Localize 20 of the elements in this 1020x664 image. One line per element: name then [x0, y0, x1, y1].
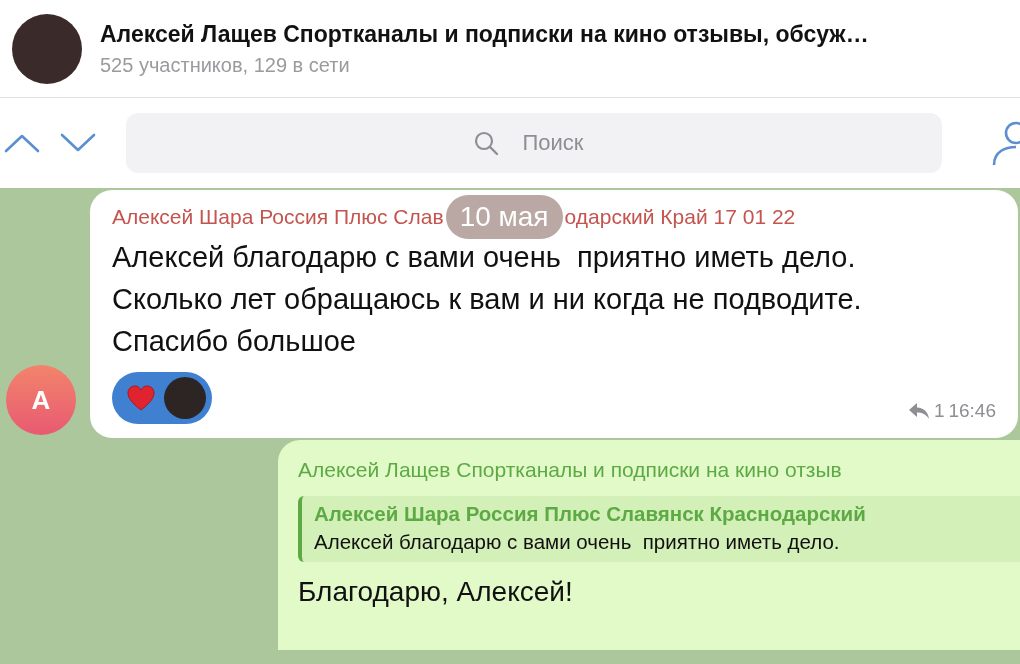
reply-arrow-icon — [907, 402, 930, 420]
search-field[interactable]: Поиск — [126, 113, 942, 173]
reaction-pill[interactable] — [112, 372, 212, 424]
reply-count: 1 — [933, 400, 945, 422]
message-text: Алексей благодарю с вами очень приятно иметь дело. Сколько лет обращаюсь к вам и ни когда не подводите. Спасибо большое — [112, 240, 863, 359]
sender-name: одарский Край 17 01 22 — [564, 205, 796, 229]
date-badge: 10 мая — [445, 195, 563, 239]
quote-author: Алексей Шара Россия Плюс Славянск Краснодарский — [314, 502, 867, 526]
message-time: 16:46 — [948, 400, 996, 422]
reactor-avatar-photo-placeholder — [164, 377, 206, 419]
person-icon[interactable] — [992, 119, 1020, 167]
quote-text: Алексей благодарю с вами очень приятно иметь дело. — [314, 530, 841, 554]
chat-title: Алексей Лащев Спортканалы и подписки на кино отзывы, обсуж… — [100, 20, 869, 48]
member-count: 525 участников, 129 в сети — [100, 53, 351, 77]
sender-name: Алексей Шара Россия Плюс Слав — [112, 205, 444, 229]
reply-quote[interactable]: Алексей Шара Россия Плюс Славянск Краснодарский Алексей благодарю с вами очень приятно иметь дело. — [298, 496, 1020, 562]
forwarded-from: Алексей Лащев Спортканалы и подписки на кино отзыв — [298, 458, 843, 482]
search-icon — [473, 130, 499, 156]
message-text: Благодарю, Алексей! — [298, 576, 574, 608]
heart-icon — [126, 384, 156, 412]
